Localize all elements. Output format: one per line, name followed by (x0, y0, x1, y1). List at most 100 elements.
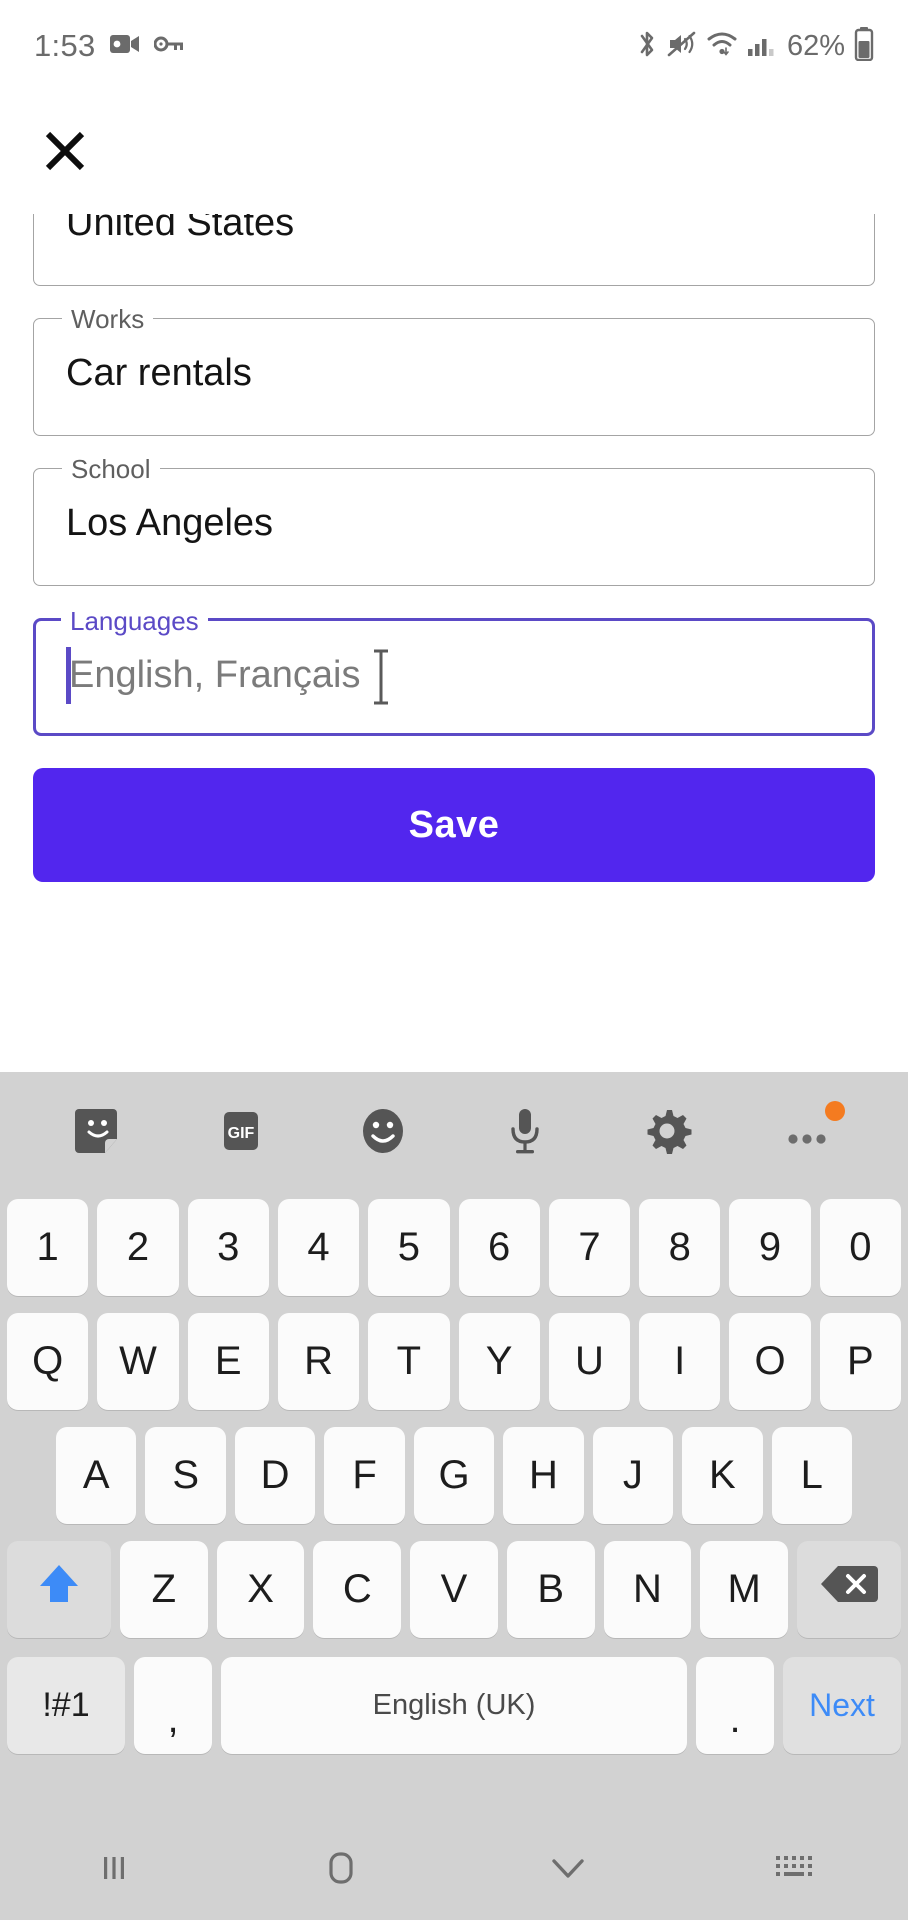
microphone-icon[interactable] (483, 1089, 567, 1173)
key-n[interactable]: N (603, 1540, 692, 1638)
key-w[interactable]: W (97, 1312, 179, 1410)
more-options-badge (825, 1101, 845, 1121)
status-bar: 1:53 62% (0, 0, 908, 92)
close-button[interactable] (28, 116, 102, 190)
field-languages-value: English, Français (69, 654, 361, 696)
field-works[interactable]: Works Car rentals (33, 305, 875, 436)
key-c[interactable]: C (313, 1540, 402, 1638)
keyboard-switch-button[interactable] (681, 1820, 908, 1920)
symbols-key[interactable]: !#1 (7, 1656, 125, 1754)
field-works-value: Car rentals (66, 352, 252, 394)
wifi-icon (706, 30, 738, 63)
field-school[interactable]: School Los Angeles (33, 455, 875, 586)
home-button[interactable] (227, 1820, 454, 1920)
key-3[interactable]: 3 (187, 1198, 269, 1296)
key-s[interactable]: S (145, 1426, 226, 1524)
gif-icon[interactable]: GIF (199, 1089, 283, 1173)
key-1[interactable]: 1 (7, 1198, 89, 1296)
svg-text:GIF: GIF (228, 1125, 255, 1142)
key-l[interactable]: L (771, 1426, 852, 1524)
signal-icon (747, 30, 775, 63)
sticker-icon[interactable] (57, 1089, 141, 1173)
key-z[interactable]: Z (119, 1540, 208, 1638)
save-button-label: Save (408, 803, 500, 846)
emoji-icon[interactable] (341, 1089, 425, 1173)
mouse-ibeam-cursor (370, 649, 392, 705)
space-key[interactable]: English (UK) (221, 1656, 687, 1754)
field-school-label: School (62, 455, 160, 483)
key-p[interactable]: P (819, 1312, 901, 1410)
key-2[interactable]: 2 (97, 1198, 179, 1296)
key-u[interactable]: U (548, 1312, 631, 1410)
status-bar-right: 62% (636, 26, 874, 66)
key-g[interactable]: G (413, 1426, 495, 1524)
field-lives[interactable]: Lives United States (33, 214, 875, 286)
key-q[interactable]: Q (7, 1312, 89, 1410)
key-8[interactable]: 8 (639, 1198, 721, 1296)
comma-key[interactable]: , (134, 1656, 212, 1754)
status-bar-left: 1:53 (34, 28, 184, 64)
key-4[interactable]: 4 (277, 1198, 360, 1296)
keyboard-toolbar: GIF (0, 1072, 908, 1190)
field-school-value: Los Angeles (66, 502, 274, 544)
gear-icon[interactable] (625, 1089, 709, 1173)
virtual-keyboard: G I F 1 2 3 4 5 6 7 8 9 0 Q W E R T Y U I … (0, 1072, 908, 1820)
chevron-down-icon (546, 1851, 590, 1890)
key-y[interactable]: Y (458, 1312, 540, 1410)
key-h[interactable]: H (503, 1426, 584, 1524)
keyboard-row-asdf: A S D F G H J K L (0, 1418, 908, 1532)
next-key[interactable]: Next (783, 1656, 901, 1754)
bluetooth-icon (636, 28, 658, 65)
field-languages-label: Languages (61, 607, 208, 635)
phone-screen: 1:53 62% United States Works Car rentals… (0, 0, 908, 1920)
status-clock: 1:53 (34, 28, 96, 63)
screen-recorder-icon (109, 32, 140, 61)
field-languages[interactable]: Languages English, Français (33, 607, 875, 736)
keyboard-row-bottom: !#1 , English (UK) . Next (0, 1646, 908, 1764)
key-d[interactable]: D (234, 1426, 316, 1524)
keyboard-switch-icon (773, 1852, 817, 1889)
key-a[interactable]: A (56, 1426, 137, 1524)
key-e[interactable]: E (187, 1312, 269, 1410)
backspace-key[interactable] (797, 1540, 902, 1638)
backspace-icon (820, 1563, 879, 1615)
shift-arrow-icon (36, 1560, 82, 1618)
profile-form-scroll[interactable]: Lives United States Works Car rentals Sc… (0, 214, 908, 1072)
key-t[interactable]: T (368, 1312, 450, 1410)
recents-icon (94, 1848, 134, 1893)
profile-form: Lives United States Works Car rentals Sc… (0, 214, 908, 882)
key-x[interactable]: X (216, 1540, 305, 1638)
app-bar (0, 92, 908, 214)
home-icon (320, 1847, 362, 1894)
key-6[interactable]: 6 (458, 1198, 540, 1296)
keyboard-row-qwerty: Q W E R T Y U I O P (0, 1304, 908, 1418)
key-0[interactable]: 0 (819, 1198, 901, 1296)
more-options-icon[interactable] (767, 1089, 851, 1173)
hide-keyboard-button[interactable] (454, 1820, 681, 1920)
mute-icon (667, 29, 697, 64)
key-f[interactable]: F (324, 1426, 405, 1524)
keyboard-row-zxcv: Z X C V B N M (0, 1532, 908, 1646)
field-lives-value: United States (66, 214, 295, 244)
key-m[interactable]: M (700, 1540, 789, 1638)
key-k[interactable]: K (682, 1426, 763, 1524)
key-j[interactable]: J (592, 1426, 674, 1524)
key-5[interactable]: 5 (368, 1198, 450, 1296)
key-v[interactable]: V (410, 1540, 498, 1638)
battery-percent-label: 62% (786, 29, 845, 62)
keyboard-row-numbers: 1 2 3 4 5 6 7 8 9 0 (0, 1190, 908, 1304)
key-i[interactable]: I (639, 1312, 721, 1410)
field-works-label: Works (62, 305, 154, 333)
key-o[interactable]: O (729, 1312, 811, 1410)
key-r[interactable]: R (277, 1312, 360, 1410)
recents-button[interactable] (0, 1820, 227, 1920)
vpn-key-icon (153, 35, 184, 58)
period-key[interactable]: . (696, 1656, 774, 1754)
save-button[interactable]: Save (33, 768, 875, 882)
key-9[interactable]: 9 (729, 1198, 811, 1296)
key-7[interactable]: 7 (548, 1198, 631, 1296)
system-nav-bar (0, 1820, 908, 1920)
key-b[interactable]: B (506, 1540, 595, 1638)
shift-key[interactable] (6, 1540, 111, 1638)
battery-icon (854, 26, 874, 66)
